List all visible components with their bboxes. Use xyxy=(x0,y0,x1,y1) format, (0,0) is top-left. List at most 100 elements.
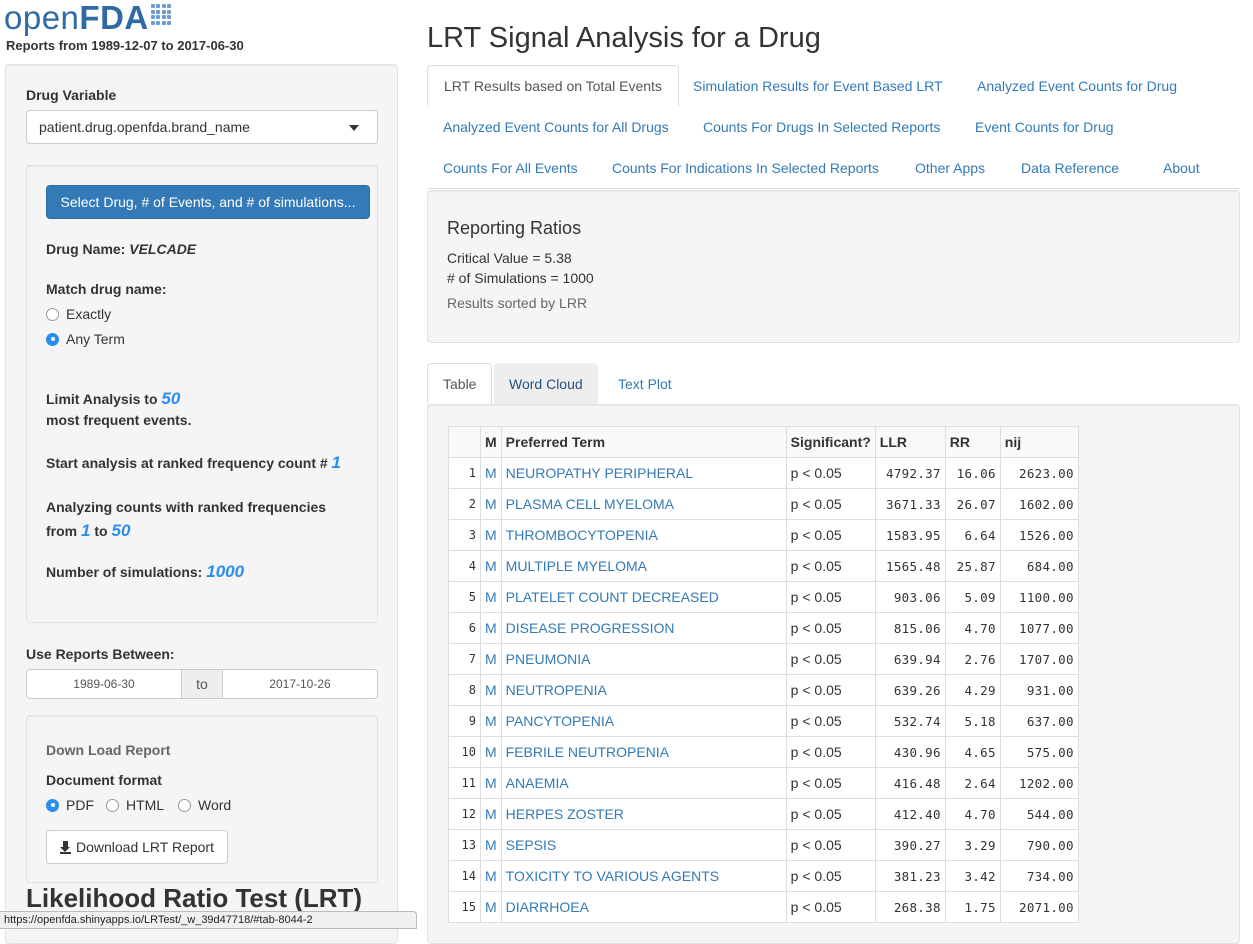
table-row: 9 M PANCYTOPENIA p < 0.05 532.74 5.18 637.00 xyxy=(448,705,1079,737)
col-header-preferred-term[interactable]: Preferred Term xyxy=(500,426,787,458)
tab-counts-all-events[interactable]: Counts For All Events xyxy=(427,147,594,189)
result-view-tabs: Table Word Cloud Text Plot xyxy=(427,363,1240,405)
radio-icon[interactable] xyxy=(46,307,59,321)
row-index: 12 xyxy=(448,798,481,830)
rr-value: 4.70 xyxy=(944,612,1001,644)
limit-post: most frequent events. xyxy=(46,412,192,428)
tab-analyzed-event-counts-all[interactable]: Analyzed Event Counts for All Drugs xyxy=(427,106,685,148)
col-header-llr[interactable]: LLR xyxy=(874,426,946,458)
drug-settings-panel: Select Drug, # of Events, and # of simul… xyxy=(26,165,378,623)
match-option-label: Exactly xyxy=(66,306,112,322)
tab-counts-drugs-selected[interactable]: Counts For Drugs In Selected Reports xyxy=(687,106,956,148)
table-row: 2 M PLASMA CELL MYELOMA p < 0.05 3671.33 26.0… xyxy=(448,488,1079,520)
format-option-word[interactable]: Word xyxy=(178,797,231,813)
medline-link[interactable]: M xyxy=(480,519,502,551)
preferred-term-link[interactable]: PNEUMONIA xyxy=(500,643,787,675)
format-option-pdf[interactable]: PDF xyxy=(46,797,94,813)
medline-link[interactable]: M xyxy=(480,736,502,768)
preferred-term-link[interactable]: TOXICITY TO VARIOUS AGENTS xyxy=(500,860,787,892)
medline-link[interactable]: M xyxy=(480,612,502,644)
match-option-any-term[interactable]: Any Term xyxy=(46,331,125,347)
significance: p < 0.05 xyxy=(785,798,876,830)
preferred-term-link[interactable]: PLATELET COUNT DECREASED xyxy=(500,581,787,613)
llr-value: 268.38 xyxy=(874,891,946,923)
nij-value: 790.00 xyxy=(999,829,1079,861)
preferred-term-link[interactable]: ANAEMIA xyxy=(500,767,787,799)
results-table-panel: M Preferred Term Significant? LLR RR nij… xyxy=(427,404,1240,944)
preferred-term-link[interactable]: NEUTROPENIA xyxy=(500,674,787,706)
radio-selected-icon[interactable] xyxy=(46,332,59,346)
medline-link[interactable]: M xyxy=(480,891,502,923)
download-report-button[interactable]: Download LRT Report xyxy=(46,830,228,864)
tab-simulation-results[interactable]: Simulation Results for Event Based LRT xyxy=(677,65,959,107)
reports-between-label: Use Reports Between: xyxy=(26,646,175,662)
date-from-input[interactable]: 1989-06-30 xyxy=(26,669,182,699)
medline-link[interactable]: M xyxy=(480,550,502,582)
preferred-term-link[interactable]: SEPSIS xyxy=(500,829,787,861)
select-drug-button[interactable]: Select Drug, # of Events, and # of simul… xyxy=(46,185,370,219)
sims-value: 1000 xyxy=(206,562,245,581)
radio-icon[interactable] xyxy=(106,798,119,812)
range-to: to xyxy=(94,523,108,539)
range-from: from xyxy=(46,523,78,539)
significance: p < 0.05 xyxy=(785,581,876,613)
col-header-significant[interactable]: Significant? xyxy=(785,426,876,458)
table-header-row: M Preferred Term Significant? LLR RR nij xyxy=(448,426,1079,458)
row-index: 2 xyxy=(448,488,481,520)
nij-value: 1100.00 xyxy=(999,581,1079,613)
drug-variable-select[interactable]: patient.drug.openfda.brand_name xyxy=(26,110,378,144)
sorted-by-text: Results sorted by LRR xyxy=(447,295,588,311)
tab-data-reference[interactable]: Data Reference xyxy=(1005,147,1135,189)
medline-link[interactable]: M xyxy=(480,488,502,520)
limit-value: 50 xyxy=(161,389,181,408)
tab-table[interactable]: Table xyxy=(427,363,493,405)
significance: p < 0.05 xyxy=(785,767,876,799)
medline-link[interactable]: M xyxy=(480,829,502,861)
preferred-term-link[interactable]: DIARRHOEA xyxy=(500,891,787,923)
preferred-term-link[interactable]: PLASMA CELL MYELOMA xyxy=(500,488,787,520)
medline-link[interactable]: M xyxy=(480,581,502,613)
medline-link[interactable]: M xyxy=(480,643,502,675)
tab-text-plot[interactable]: Text Plot xyxy=(603,363,687,405)
row-index: 10 xyxy=(448,736,481,768)
rr-value: 2.64 xyxy=(944,767,1001,799)
medline-link[interactable]: M xyxy=(480,457,502,489)
date-to-input[interactable]: 2017-10-26 xyxy=(222,669,378,699)
col-header-nij[interactable]: nij xyxy=(999,426,1079,458)
preferred-term-link[interactable]: PANCYTOPENIA xyxy=(500,705,787,737)
num-simulations-text: # of Simulations = 1000 xyxy=(447,270,594,286)
radio-icon[interactable] xyxy=(178,798,191,812)
rr-value: 4.29 xyxy=(944,674,1001,706)
preferred-term-link[interactable]: THROMBOCYTOPENIA xyxy=(500,519,787,551)
preferred-term-link[interactable]: MULTIPLE MYELOMA xyxy=(500,550,787,582)
simulations-text: Number of simulations: 1000 xyxy=(46,562,244,582)
medline-link[interactable]: M xyxy=(480,705,502,737)
tab-other-apps[interactable]: Other Apps xyxy=(899,147,1001,189)
medline-link[interactable]: M xyxy=(480,798,502,830)
tab-word-cloud[interactable]: Word Cloud xyxy=(494,363,598,405)
match-option-exactly[interactable]: Exactly xyxy=(46,306,111,322)
format-option-html[interactable]: HTML xyxy=(106,797,164,813)
col-header-index[interactable] xyxy=(448,426,481,458)
radio-selected-icon[interactable] xyxy=(46,798,59,812)
medline-link[interactable]: M xyxy=(480,767,502,799)
row-index: 6 xyxy=(448,612,481,644)
format-label: Word xyxy=(198,797,232,813)
preferred-term-link[interactable]: NEUROPATHY PERIPHERAL xyxy=(500,457,787,489)
tab-about[interactable]: About xyxy=(1147,147,1216,189)
col-header-rr[interactable]: RR xyxy=(944,426,1001,458)
tab-analyzed-event-counts-drug[interactable]: Analyzed Event Counts for Drug xyxy=(961,65,1193,107)
llr-value: 412.40 xyxy=(874,798,946,830)
tab-counts-indications[interactable]: Counts For Indications In Selected Repor… xyxy=(596,147,895,189)
medline-link[interactable]: M xyxy=(480,674,502,706)
col-header-m[interactable]: M xyxy=(480,426,502,458)
medline-link[interactable]: M xyxy=(480,860,502,892)
tab-lrt-results[interactable]: LRT Results based on Total Events xyxy=(427,65,679,107)
rr-value: 5.18 xyxy=(944,705,1001,737)
row-index: 4 xyxy=(448,550,481,582)
significance: p < 0.05 xyxy=(785,829,876,861)
preferred-term-link[interactable]: FEBRILE NEUTROPENIA xyxy=(500,736,787,768)
preferred-term-link[interactable]: HERPES ZOSTER xyxy=(500,798,787,830)
preferred-term-link[interactable]: DISEASE PROGRESSION xyxy=(500,612,787,644)
tab-event-counts-drug[interactable]: Event Counts for Drug xyxy=(959,106,1130,148)
